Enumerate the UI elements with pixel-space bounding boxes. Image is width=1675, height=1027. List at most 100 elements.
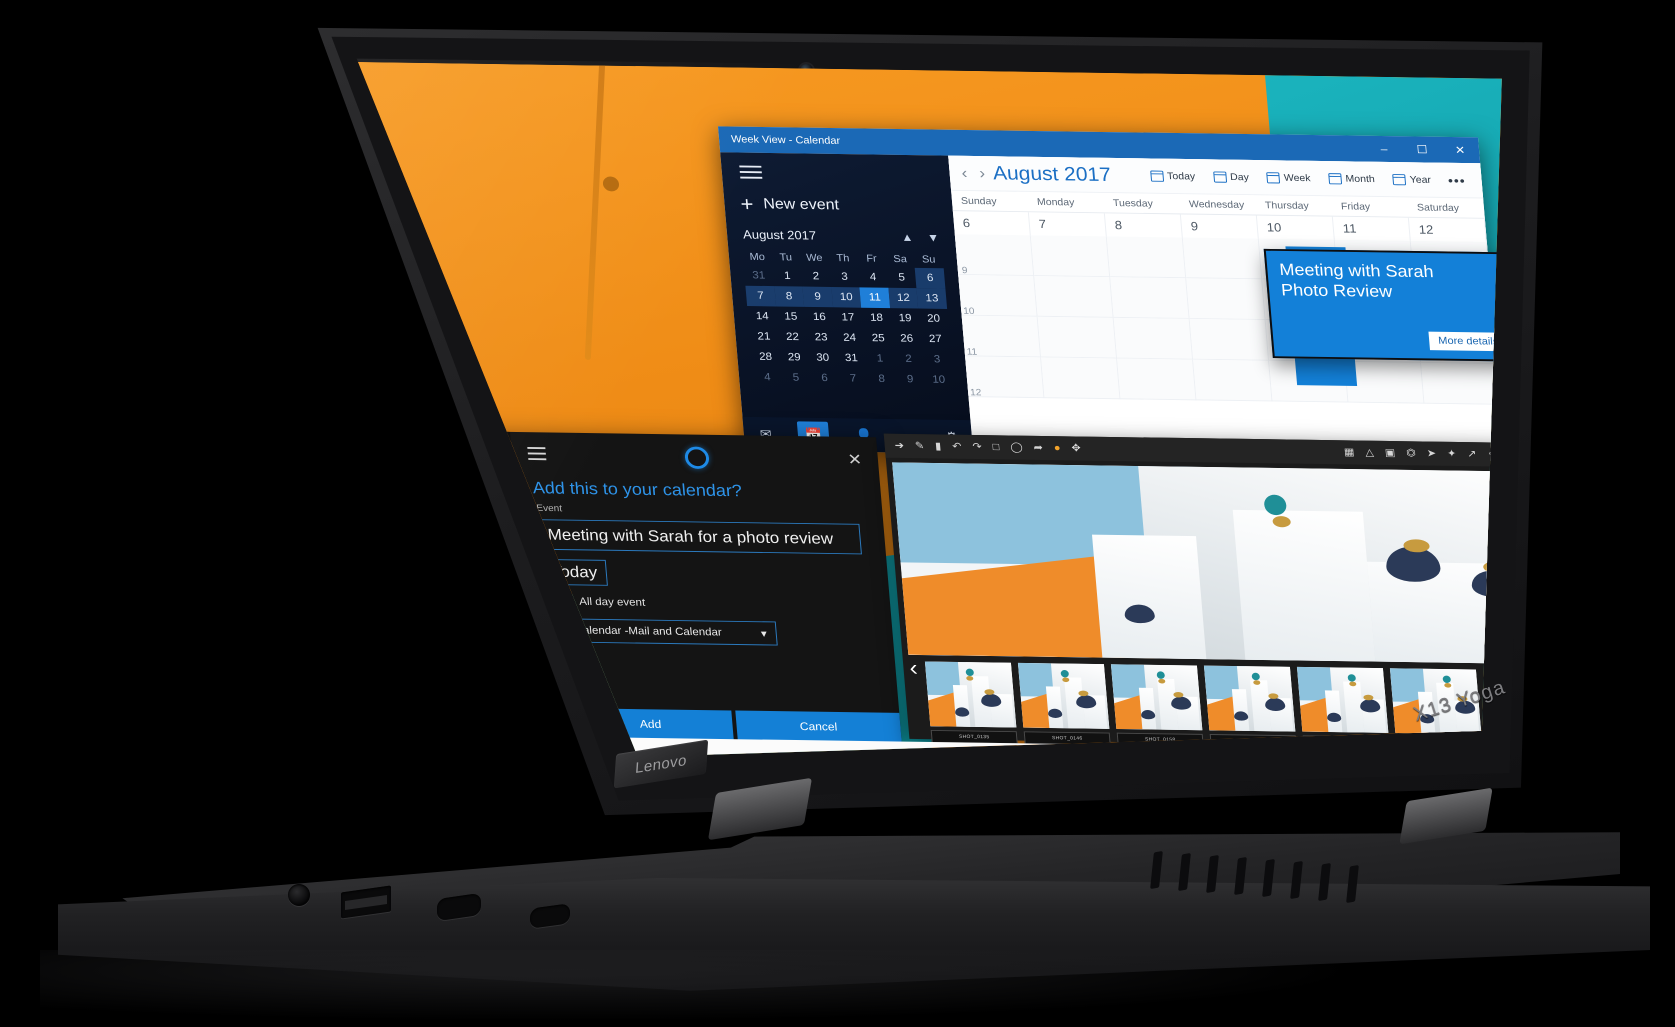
mini-calendar-day[interactable]: 14 [747, 306, 777, 327]
calendar-select[interactable]: Calendar -Mail and Calendar ▾ [563, 618, 778, 646]
calendar-day-number[interactable]: 11 [1332, 216, 1411, 241]
filter-icon[interactable]: ▣ [1384, 447, 1395, 458]
volume-icon[interactable]: 🔊 [1546, 731, 1557, 739]
mini-calendar-day[interactable]: 25 [863, 328, 893, 349]
mini-calendar-day[interactable]: 2 [893, 349, 923, 370]
start-button[interactable] [411, 734, 461, 757]
mini-calendar-day[interactable]: 7 [838, 368, 868, 389]
crop-icon[interactable]: ◯ [1010, 442, 1023, 453]
hamburger-icon[interactable] [527, 446, 547, 464]
chevron-right-icon[interactable]: › [979, 164, 986, 183]
more-options-icon[interactable]: ••• [1439, 172, 1474, 188]
mini-calendar-day[interactable]: 15 [776, 306, 806, 327]
mini-calendar-day[interactable]: 18 [861, 308, 891, 329]
mini-calendar-day[interactable]: 6 [809, 368, 839, 389]
mini-calendar-day[interactable]: 31 [744, 265, 774, 286]
mini-calendar-day[interactable]: 27 [920, 329, 950, 350]
mini-calendar-day[interactable]: 5 [781, 368, 811, 389]
crop-rotate-icon[interactable]: ⏣ [1406, 447, 1417, 458]
undo-icon[interactable]: ↶ [952, 441, 962, 452]
mini-calendar-day[interactable]: 17 [833, 307, 863, 328]
chevron-right-icon[interactable]: › [1548, 665, 1558, 691]
redo-icon[interactable]: ↷ [972, 441, 982, 452]
pen-icon[interactable]: ✎ [914, 440, 924, 451]
calendar-day-number[interactable]: 7 [1028, 212, 1107, 237]
view-button-week[interactable]: Week [1257, 168, 1320, 187]
cursor-select-icon[interactable]: ➔ [894, 440, 904, 451]
calendar-day-number[interactable]: 8 [1104, 213, 1183, 238]
eraser-icon[interactable]: □ [992, 441, 1000, 452]
chevron-left-icon[interactable]: ‹ [961, 164, 968, 183]
calendar-day-number[interactable]: 10 [1256, 215, 1335, 240]
minimize-button[interactable]: – [1364, 136, 1404, 162]
mini-calendar-day[interactable]: 19 [890, 308, 920, 329]
new-event-button[interactable]: + New event [740, 192, 940, 217]
mini-calendar-day[interactable]: 10 [924, 370, 954, 391]
view-button-month[interactable]: Month [1319, 169, 1385, 188]
close-button[interactable]: ✕ [1440, 137, 1480, 163]
mini-calendar-day[interactable]: 31 [836, 348, 866, 369]
mini-calendar-day[interactable]: 4 [752, 367, 782, 388]
network-icon[interactable]: ◯ [1527, 731, 1537, 739]
adjust-icon[interactable]: ➤ [1426, 448, 1436, 459]
maximize-button[interactable]: ☐ [1402, 136, 1442, 162]
mini-calendar-day[interactable]: 9 [895, 369, 925, 390]
mini-calendar-day[interactable]: 3 [829, 267, 859, 288]
mini-calendar-day[interactable]: 22 [777, 327, 807, 348]
view-button-today[interactable]: Today [1140, 166, 1205, 185]
hamburger-icon[interactable] [739, 165, 763, 180]
mini-calendar-day[interactable]: 6 [915, 267, 946, 289]
mini-calendar-day[interactable]: 2 [801, 266, 831, 287]
calendar-day-number[interactable]: 12 [1408, 217, 1487, 242]
settings-gear-icon[interactable]: ⚙ [494, 713, 509, 729]
mini-calendar-day[interactable]: 10 [831, 286, 862, 308]
mini-calendar-day[interactable]: 12 [888, 287, 919, 309]
calendar-window[interactable]: Week View - Calendar – ☐ ✕ + New event A… [717, 126, 1503, 462]
chevron-up-icon[interactable]: ▲ [901, 230, 914, 243]
mini-calendar-day[interactable]: 8 [773, 286, 805, 307]
chevron-down-icon[interactable]: ▼ [927, 231, 940, 244]
close-icon[interactable]: ✕ [847, 451, 863, 470]
highlighter-icon[interactable]: ▮ [935, 440, 942, 451]
mini-calendar-grid[interactable]: 31 1 2 3 4 5 6 7 8 9 10 11 12 13 14 15 16 17 18 19 20 21 22 23 2… [744, 265, 954, 390]
cancel-button[interactable]: Cancel [735, 710, 902, 743]
text-icon[interactable]: ↗ [1467, 448, 1477, 459]
mini-calendar-day[interactable]: 16 [804, 307, 834, 328]
mini-calendar-day[interactable]: 21 [749, 326, 779, 347]
calendar-day-number[interactable]: 6 [952, 211, 1031, 236]
color-swatch-icon[interactable]: ● [1053, 442, 1061, 453]
event-title-input[interactable]: Meeting with Sarah for a photo review [537, 519, 862, 555]
mini-calendar-day[interactable]: 5 [887, 267, 917, 288]
photo-thumbnail[interactable]: SHOT_0135 [924, 661, 1018, 745]
calendar-day-number[interactable]: 9 [1180, 214, 1259, 239]
mini-calendar-day[interactable]: 3 [922, 349, 952, 370]
mini-calendar-day[interactable]: 9 [802, 286, 833, 308]
mini-calendar-day[interactable]: 1 [772, 266, 802, 287]
mini-calendar-day[interactable]: 1 [865, 348, 895, 369]
event-flyout[interactable]: Meeting with Sarah Photo Review More det… [1263, 248, 1503, 362]
brush-icon[interactable]: ✥ [1071, 442, 1081, 453]
all-day-event-checkbox-row[interactable]: All day event [553, 593, 875, 614]
mini-calendar-day[interactable]: 7 [745, 285, 776, 307]
mini-calendar-day[interactable]: 13 [916, 288, 948, 309]
view-button-day[interactable]: Day [1203, 167, 1258, 186]
mini-calendar-day[interactable]: 8 [867, 369, 897, 390]
rotate-icon[interactable]: △ [1365, 447, 1374, 458]
photo-thumbnail[interactable]: SHOT_0146 [1017, 662, 1111, 746]
photo-thumbnail[interactable]: SHOT_0164 [1203, 665, 1297, 749]
view-button-year[interactable]: Year [1383, 170, 1441, 189]
mini-calendar-day[interactable]: 26 [892, 328, 922, 349]
mini-calendar-day[interactable]: 23 [806, 327, 836, 348]
mini-calendar-day[interactable]: 11 [859, 287, 890, 309]
mini-calendar-day[interactable]: 29 [779, 347, 809, 368]
mini-calendar-day[interactable]: 4 [858, 267, 888, 288]
draw-icon[interactable]: ➦ [1033, 442, 1043, 453]
mini-calendar-day[interactable]: 30 [808, 348, 838, 369]
mini-calendar-day[interactable]: 20 [919, 309, 949, 330]
mini-calendar-day[interactable]: 28 [751, 347, 781, 368]
cortana-ring-icon[interactable] [1554, 761, 1560, 777]
enhance-icon[interactable]: ▦ [1343, 446, 1354, 457]
photo-thumbnail[interactable]: SHOT_0158 [1110, 664, 1204, 747]
mini-calendar-day[interactable]: 24 [835, 328, 865, 349]
calendar-view-buttons[interactable]: Today Day Week Month Year [1140, 166, 1440, 189]
